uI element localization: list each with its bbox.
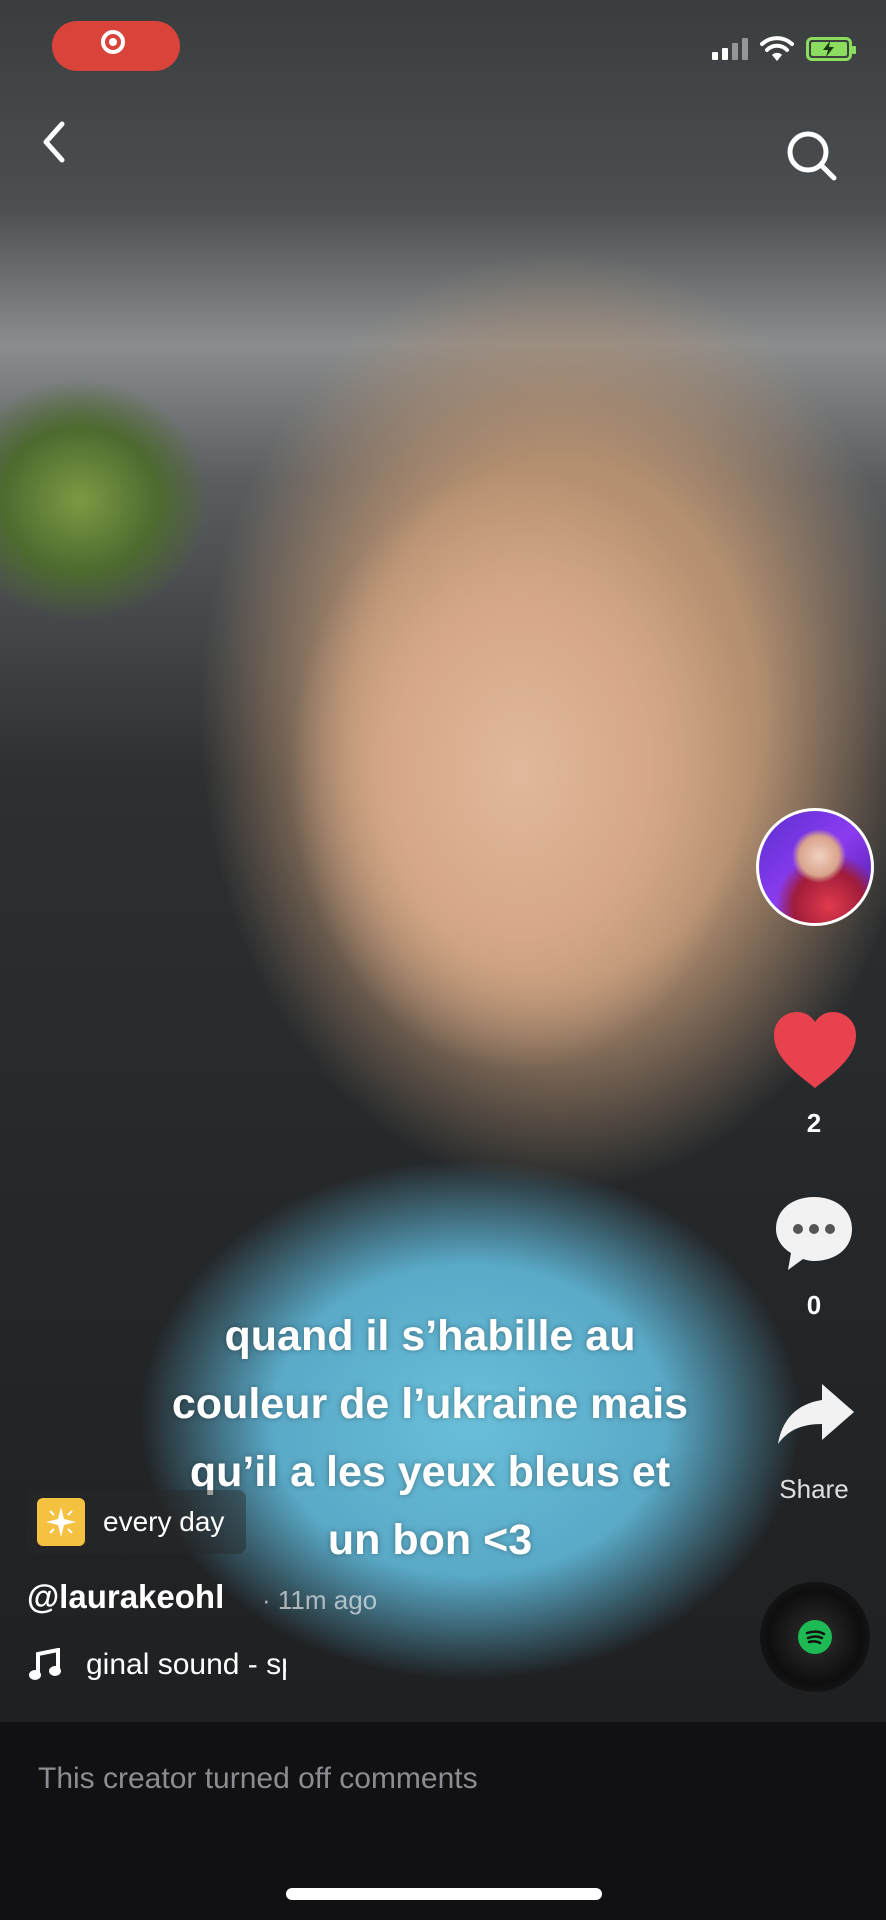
- creator-username[interactable]: @laurakeohl: [27, 1578, 224, 1616]
- caption-line: couleur de l’ukraine mais: [171, 1380, 689, 1428]
- effect-tag[interactable]: every day: [27, 1490, 247, 1554]
- share-label: Share: [779, 1474, 849, 1504]
- cellular-signal-icon: [712, 38, 748, 60]
- wifi-icon: [760, 36, 794, 61]
- search-button[interactable]: [784, 128, 840, 184]
- home-indicator[interactable]: [286, 1888, 602, 1900]
- comment-button[interactable]: [772, 1193, 856, 1273]
- share-button[interactable]: [776, 1382, 856, 1448]
- creator-avatar[interactable]: [756, 808, 874, 926]
- effect-tag-label: every day: [103, 1506, 225, 1537]
- comment-count: 0: [806, 1290, 822, 1320]
- screen-recording-indicator[interactable]: [52, 21, 180, 71]
- record-icon: [101, 30, 125, 54]
- comments-disabled-notice: This creator turned off comments: [38, 1762, 478, 1795]
- battery-charging-icon: [806, 37, 856, 61]
- status-bar: [712, 36, 856, 62]
- sound-title: ginal sound - speed.songg: [86, 1648, 286, 1681]
- sound-disc[interactable]: [760, 1582, 870, 1692]
- like-button[interactable]: [772, 1010, 858, 1090]
- caption-line: quand il s’habille au: [224, 1312, 636, 1360]
- sound-info[interactable]: ginal sound - speed.songg: [28, 1648, 286, 1682]
- back-button[interactable]: [40, 120, 70, 164]
- sparkle-icon: [37, 1498, 85, 1546]
- spotify-icon: [798, 1620, 832, 1654]
- music-note-icon: [29, 1648, 61, 1680]
- post-time: · 11m ago: [262, 1585, 378, 1615]
- like-count: 2: [806, 1108, 822, 1138]
